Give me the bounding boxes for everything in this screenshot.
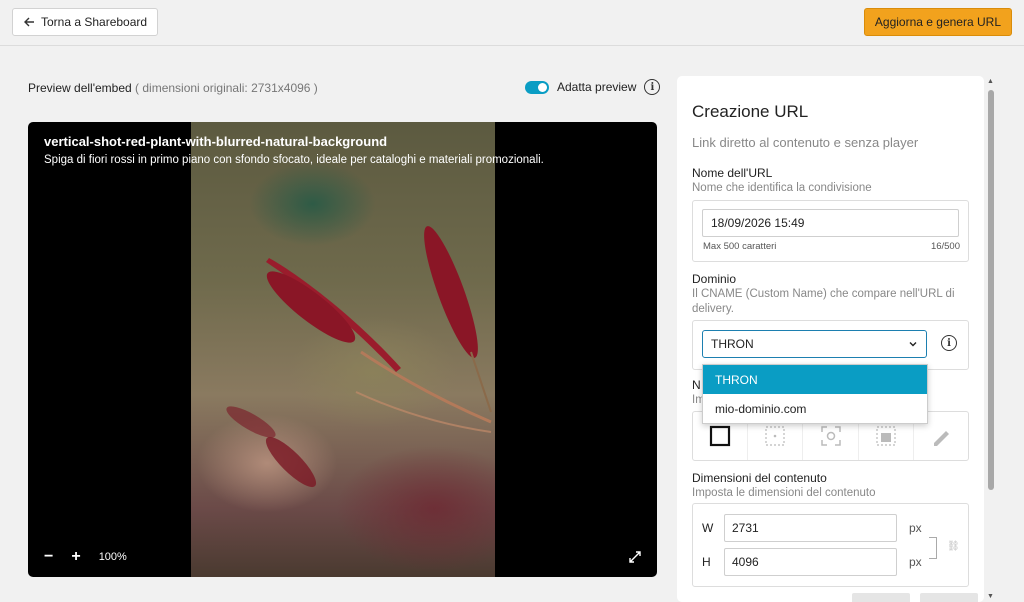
domain-selected-value: THRON xyxy=(711,337,754,351)
fit-preview-toggle[interactable] xyxy=(525,80,549,94)
embed-preview: vertical-shot-red-plant-with-blurred-nat… xyxy=(28,122,657,577)
back-to-shareboard-button[interactable]: Torna a Shareboard xyxy=(12,8,159,36)
content-dimensions-label: Dimensioni del contenuto xyxy=(692,471,827,485)
update-generate-url-button[interactable]: Aggiorna e genera URL xyxy=(863,8,1012,36)
width-unit: px xyxy=(909,521,922,535)
chevron-down-icon xyxy=(909,342,917,347)
grid-crop-icon xyxy=(765,426,785,446)
url-name-hint: Nome che identifica la condivisione xyxy=(692,182,872,194)
domain-info-icon[interactable]: i xyxy=(941,335,957,351)
pencil-icon xyxy=(933,431,949,446)
preview-title: Preview dell'embed ( dimensioni original… xyxy=(28,81,318,95)
expand-icon[interactable] xyxy=(629,551,641,563)
max-chars-label: Max 500 caratteri xyxy=(703,241,777,252)
aspect-link-bracket xyxy=(929,537,937,559)
domain-label: Dominio xyxy=(692,272,737,286)
url-name-input[interactable]: 18/09/2026 15:49 xyxy=(702,209,959,237)
panel-heading: Creazione URL xyxy=(692,102,809,121)
secondary-button[interactable] xyxy=(852,593,910,602)
domain-select[interactable]: THRON xyxy=(702,330,927,358)
width-input[interactable]: 2731 xyxy=(724,514,897,542)
fit-preview-label: Adatta preview xyxy=(557,80,637,94)
char-counter: 16/500 xyxy=(930,241,960,252)
panel-lead: Link diretto al contenuto e senza player xyxy=(692,135,919,150)
fit-frame-icon xyxy=(876,426,896,446)
square-icon xyxy=(709,425,731,447)
domain-option[interactable]: mio-dominio.com xyxy=(703,394,927,423)
tertiary-button[interactable] xyxy=(920,593,978,602)
scroll-thumb[interactable] xyxy=(988,90,994,490)
content-dimensions-hint: Imposta le dimensioni del contenuto xyxy=(692,487,876,499)
red-plant-illustration xyxy=(226,226,492,488)
height-letter: H xyxy=(702,555,711,569)
info-icon[interactable]: i xyxy=(644,79,661,95)
scroll-up-arrow-icon[interactable]: ▲ xyxy=(987,78,994,85)
preview-original-dimensions: ( dimensioni originali: 2731x4096 ) xyxy=(135,81,318,95)
asset-description: Spiga di fiori rossi in primo piano con … xyxy=(44,154,544,166)
zoom-level: 100% xyxy=(98,551,127,563)
url-name-box: 18/09/2026 15:49 Max 500 caratteri 16/50… xyxy=(692,200,969,262)
height-input[interactable]: 4096 xyxy=(724,548,897,576)
asset-info-overlay: vertical-shot-red-plant-with-blurred-nat… xyxy=(44,134,544,166)
panel-bottom-buttons xyxy=(852,593,978,602)
asset-title: vertical-shot-red-plant-with-blurred-nat… xyxy=(44,134,388,149)
panel-scrollbar[interactable]: ▲ ▼ xyxy=(986,76,996,602)
zoom-out-button[interactable]: − xyxy=(44,549,53,565)
preview-photo xyxy=(191,122,495,577)
zoom-in-button[interactable]: + xyxy=(71,549,80,565)
preview-title-main: Preview dell'embed xyxy=(28,81,132,95)
fit-preview-control: Adatta preview i xyxy=(525,79,661,95)
partial-section-label: N xyxy=(692,378,701,392)
url-name-label: Nome dell'URL xyxy=(692,166,773,180)
width-row: W 2731 px xyxy=(702,514,922,542)
char-counter-row: Max 500 caratteri 16/500 xyxy=(703,241,960,252)
url-creation-panel: Creazione URL Link diretto al contenuto … xyxy=(677,76,984,602)
top-bar: Torna a Shareboard Aggiorna e genera URL xyxy=(0,0,1024,46)
height-unit: px xyxy=(909,555,922,569)
back-button-label: Torna a Shareboard xyxy=(41,15,148,29)
scroll-down-arrow-icon[interactable]: ▼ xyxy=(987,593,994,600)
domain-hint: Il CNAME (Custom Name) che compare nell'… xyxy=(692,288,955,315)
height-row: H 4096 px xyxy=(702,548,922,576)
zoom-controls: − + 100% xyxy=(44,549,127,565)
focus-icon xyxy=(820,426,841,446)
domain-dropdown: THRON mio-dominio.com xyxy=(702,364,928,424)
width-letter: W xyxy=(702,521,714,535)
dimensions-box: W 2731 px H 4096 px ⛓ xyxy=(692,503,969,587)
domain-option[interactable]: THRON xyxy=(703,365,927,394)
arrow-left-icon xyxy=(24,17,34,27)
chain-link-icon[interactable]: ⛓ xyxy=(947,541,960,552)
